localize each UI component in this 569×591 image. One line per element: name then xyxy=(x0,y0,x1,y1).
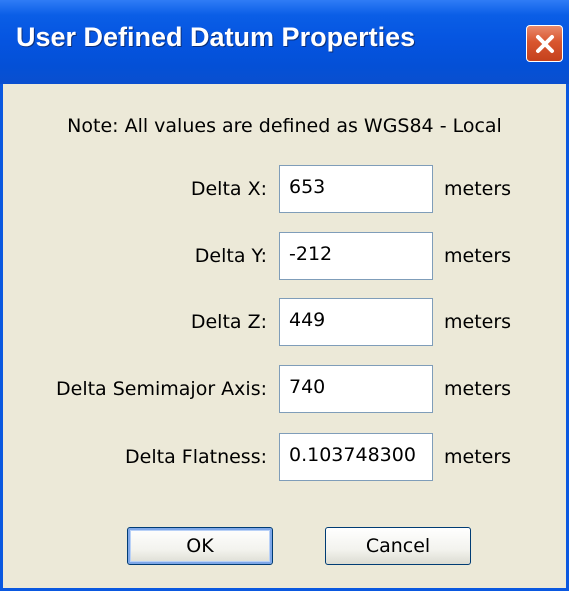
datum-properties-dialog: User Defined Datum Properties Note: All … xyxy=(0,0,569,591)
cancel-button[interactable]: Cancel xyxy=(325,527,471,565)
delta-flatness-row: Delta Flatness: meters xyxy=(3,433,566,483)
delta-z-unit: meters xyxy=(444,311,512,333)
delta-semimajor-axis-row: Delta Semimajor Axis: meters xyxy=(3,365,566,415)
window-title: User Defined Datum Properties xyxy=(16,22,416,52)
delta-x-input[interactable] xyxy=(279,165,433,213)
delta-x-row: Delta X: meters xyxy=(3,165,566,215)
delta-semimajor-axis-label: Delta Semimajor Axis: xyxy=(56,378,267,400)
delta-flatness-label: Delta Flatness: xyxy=(125,446,267,468)
delta-y-label: Delta Y: xyxy=(194,245,267,267)
close-x-icon xyxy=(535,34,554,53)
delta-y-input[interactable] xyxy=(279,232,433,280)
delta-z-label: Delta Z: xyxy=(190,311,267,333)
delta-semimajor-axis-unit: meters xyxy=(444,378,512,400)
delta-z-input[interactable] xyxy=(279,298,433,346)
close-button[interactable] xyxy=(526,25,563,62)
ok-button[interactable]: OK xyxy=(127,527,273,565)
delta-flatness-input[interactable] xyxy=(279,433,433,481)
delta-flatness-unit: meters xyxy=(444,446,512,468)
delta-x-unit: meters xyxy=(444,178,512,200)
wgs84-note: Note: All values are defined as WGS84 - … xyxy=(67,115,502,137)
title-bar[interactable]: User Defined Datum Properties xyxy=(0,0,569,84)
delta-x-label: Delta X: xyxy=(190,178,267,200)
delta-y-unit: meters xyxy=(444,245,512,267)
delta-z-row: Delta Z: meters xyxy=(3,298,566,348)
delta-y-row: Delta Y: meters xyxy=(3,232,566,282)
delta-semimajor-axis-input[interactable] xyxy=(279,365,433,413)
